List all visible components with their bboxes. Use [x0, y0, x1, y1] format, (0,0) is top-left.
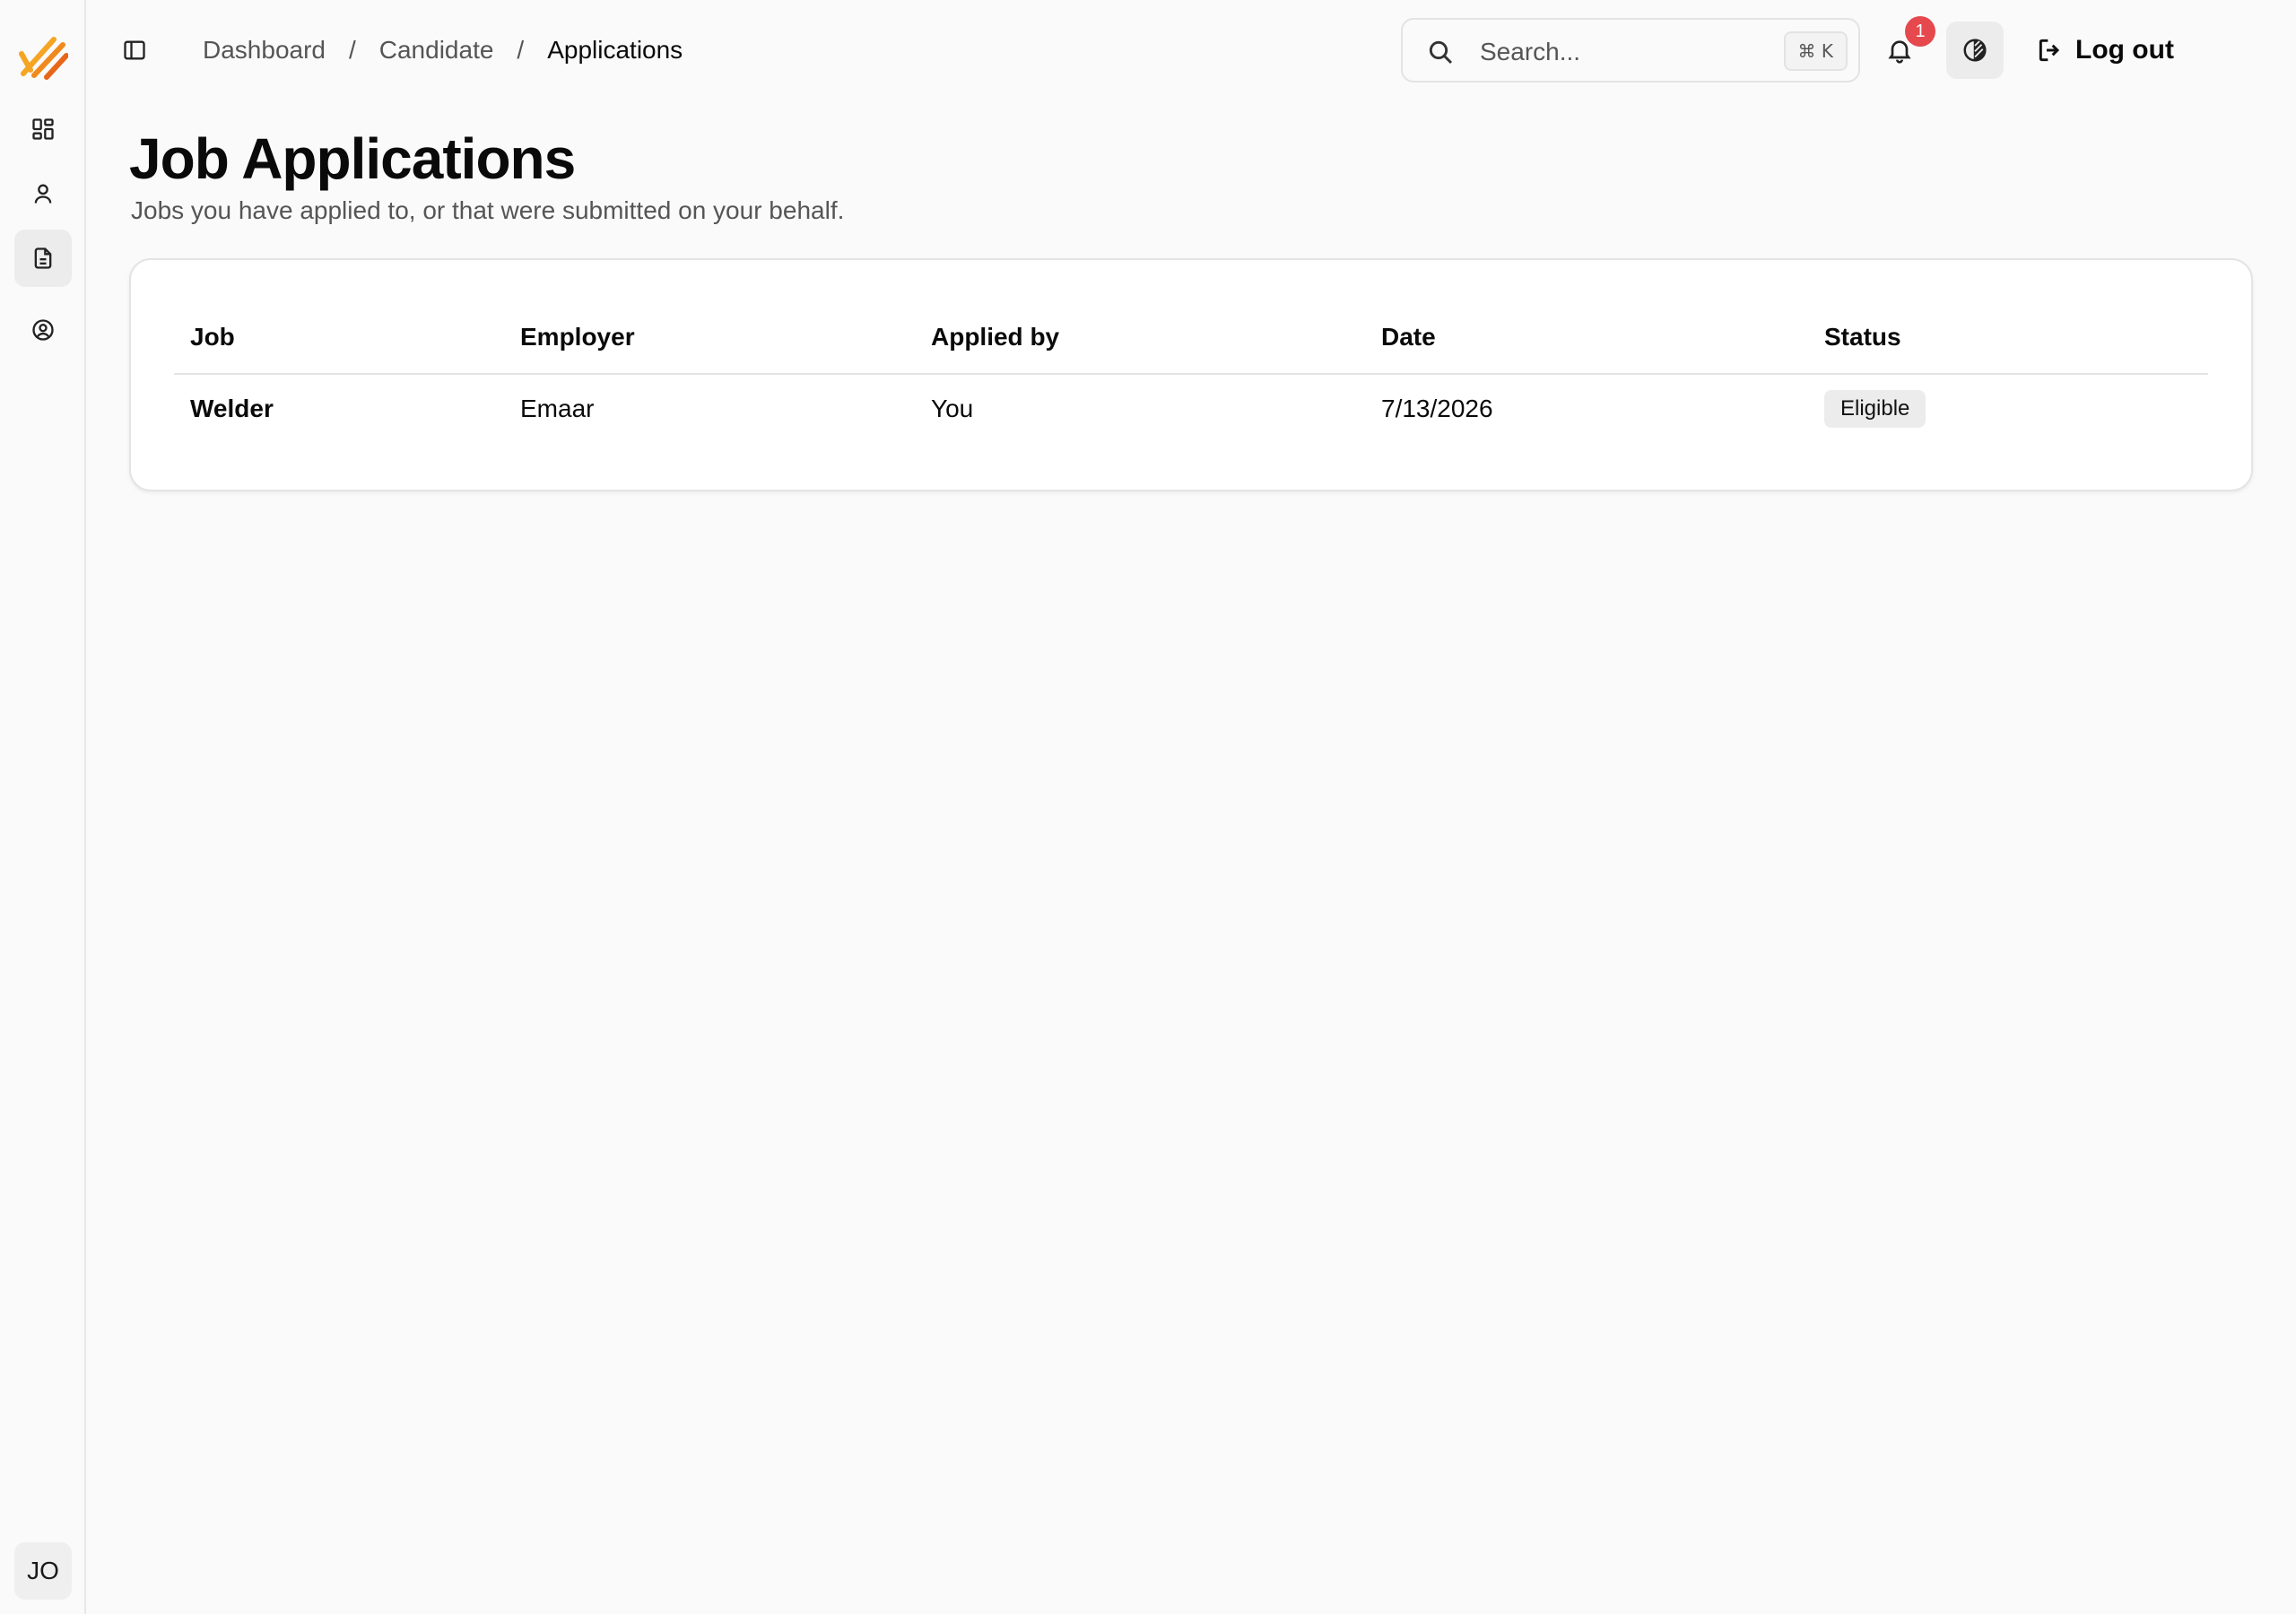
breadcrumb-separator: /	[348, 36, 356, 64]
user-circle-icon	[32, 319, 54, 341]
nav-account[interactable]	[14, 301, 72, 359]
user-icon	[34, 184, 52, 204]
brand-logo[interactable]	[18, 34, 69, 81]
search-icon	[1429, 40, 1453, 65]
breadcrumb-dashboard[interactable]: Dashboard	[203, 36, 326, 65]
theme-toggle-button[interactable]	[1946, 22, 2004, 79]
logout-button[interactable]: Log out	[2036, 29, 2174, 72]
sidebar-toggle-button[interactable]	[117, 32, 152, 68]
column-header-job: Job	[190, 323, 235, 351]
cell-applied-by: You	[931, 395, 974, 422]
dashboard-icon	[32, 118, 54, 140]
search-input[interactable]	[1478, 32, 1747, 72]
page-subtitle: Jobs you have applied to, or that were s…	[131, 196, 845, 224]
logout-label: Log out	[2075, 35, 2174, 65]
page-title: Job Applications	[129, 126, 576, 191]
brand-stripes-logo-icon	[19, 37, 69, 80]
nav-profile[interactable]	[14, 165, 72, 222]
notification-count-badge: 1	[1905, 16, 1935, 47]
breadcrumb: Dashboard / Candidate / Applications	[203, 32, 683, 68]
nav-dashboard[interactable]	[14, 100, 72, 158]
cell-employer: Emaar	[520, 395, 595, 422]
search-shortcut-hint: ⌘ K	[1783, 31, 1848, 71]
cell-date: 7/13/2026	[1381, 395, 1493, 422]
applications-table: Job Employer Applied by Date Status Weld…	[174, 303, 2208, 447]
search-box[interactable]: ⌘ K	[1401, 18, 1860, 82]
column-header-status: Status	[1824, 323, 1901, 351]
sidebar-toggle-icon	[124, 40, 145, 60]
sidebar: JO	[0, 0, 86, 1614]
contrast-icon	[1963, 39, 1987, 62]
logout-icon	[2039, 39, 2060, 62]
breadcrumb-applications: Applications	[547, 36, 683, 64]
nav-applications[interactable]	[14, 230, 72, 287]
status-badge: Eligible	[1824, 390, 1926, 428]
cell-job: Welder	[190, 395, 274, 422]
breadcrumb-separator: /	[517, 36, 525, 64]
column-header-date: Date	[1381, 323, 1436, 351]
document-icon	[34, 247, 52, 269]
column-header-applied-by: Applied by	[931, 323, 1060, 351]
column-header-employer: Employer	[520, 323, 635, 351]
breadcrumb-candidate[interactable]: Candidate	[379, 36, 494, 65]
table-row[interactable]: Welder Emaar You 7/13/2026 Eligible	[174, 375, 2208, 447]
table-header: Job Employer Applied by Date Status	[174, 303, 2208, 375]
applications-card: Job Employer Applied by Date Status Weld…	[129, 258, 2253, 491]
avatar[interactable]: JO	[14, 1542, 72, 1600]
